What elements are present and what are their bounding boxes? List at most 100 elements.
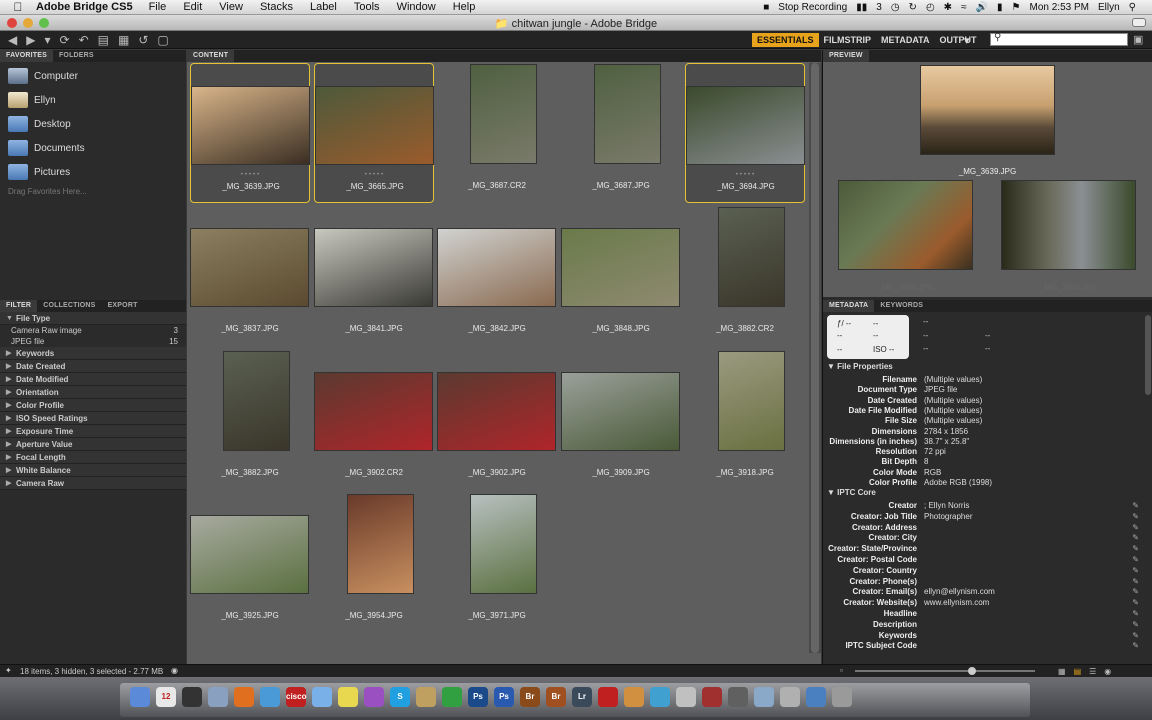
edit-pencil-icon[interactable]: ✎ [1132,577,1139,586]
compact-mode-icon[interactable]: ▣ [1133,33,1143,46]
stop-recording-icon[interactable]: ■ [763,2,769,13]
thumbnail-image[interactable] [315,86,434,165]
app8-icon[interactable] [806,687,826,707]
thumbnail-image[interactable] [594,64,661,164]
history-icon[interactable]: ▾ [44,33,50,47]
metadata-row[interactable]: Creator: Phone(s) ✎ [823,577,1141,587]
metadata-row[interactable]: Creator: Website(s) www.ellynism.com ✎ [823,598,1141,608]
thumbnail-image[interactable] [686,86,805,165]
thumbnail-image[interactable] [223,351,290,451]
thumbnail-image[interactable] [437,228,556,307]
thumbnail-image[interactable] [718,351,785,451]
stop-recording[interactable]: Stop Recording [778,2,847,13]
workspace-essentials[interactable]: ESSENTIALS [752,33,819,47]
filter-file-type[interactable]: ▼ File Type [0,312,186,325]
filter-group-aperture-value[interactable]: ▶ Aperture Value [0,438,186,451]
app6-icon[interactable] [754,687,774,707]
thumbnail-image[interactable] [190,515,309,594]
itunes-icon[interactable] [364,687,384,707]
battery-icon[interactable]: ▮ [997,2,1003,13]
metadata-row[interactable]: Creator: Postal Code ✎ [823,555,1141,565]
thumbnail-image[interactable] [561,372,680,451]
filter-group-focal-length[interactable]: ▶ Focal Length [0,451,186,464]
metadata-value[interactable]: ; Ellyn Norris [924,501,969,510]
filter-group-orientation[interactable]: ▶ Orientation [0,386,186,399]
clock-text[interactable]: Mon 2:53 PM [1030,2,1089,13]
metadata-row[interactable]: Creator: City ✎ [823,533,1141,543]
thumbnail[interactable]: _MG_3902.JPG [437,350,557,490]
cisco-icon[interactable]: cisco [286,687,306,707]
thumbnail[interactable]: _MG_3848.JPG [561,206,681,346]
safari-icon[interactable] [260,687,280,707]
edit-pencil-icon[interactable]: ✎ [1132,631,1139,640]
workspace-filmstrip[interactable]: FILMSTRIP [819,33,877,47]
thumbnail[interactable]: ••••• _MG_3639.JPG [190,63,310,203]
thumbnail[interactable]: _MG_3687.JPG [561,63,681,203]
apple-icon[interactable]:  [0,0,36,14]
edit-pencil-icon[interactable]: ✎ [1132,598,1139,607]
tab-preview[interactable]: PREVIEW [823,50,869,62]
preview-image-3[interactable] [1001,180,1136,270]
app2-icon[interactable] [650,687,670,707]
photoshop2-icon[interactable]: Ps [494,687,514,707]
edit-pencil-icon[interactable]: ✎ [1132,641,1139,650]
content-scrollbar[interactable] [809,63,821,653]
scroll-thumb[interactable] [811,63,819,653]
thumbnail-image[interactable] [347,494,414,594]
menu-file[interactable]: File [149,1,167,13]
rating-dots[interactable]: ••••• [191,172,311,178]
pictures-icon[interactable] [416,687,436,707]
tab-content[interactable]: CONTENT [187,50,235,62]
chat-icon[interactable] [312,687,332,707]
grid-view-icon[interactable]: ▦ [1058,667,1066,676]
metadata-row[interactable]: Creator ; Ellyn Norris ✎ [823,501,1141,511]
bridge-icon[interactable]: Br [520,687,540,707]
metadata-row[interactable]: Creator: Country ✎ [823,566,1141,576]
favorite-desktop[interactable]: Desktop [0,112,186,136]
slider-knob[interactable] [968,667,976,675]
thumbnail-image[interactable] [191,86,310,165]
filter-group-date-created[interactable]: ▶ Date Created [0,360,186,373]
metadata-row[interactable]: IPTC Subject Code ✎ [823,641,1141,651]
app7-icon[interactable] [780,687,800,707]
favorite-documents[interactable]: Documents [0,136,186,160]
filter-group-date-modified[interactable]: ▶ Date Modified [0,373,186,386]
green-icon[interactable] [442,687,462,707]
metadata-scrollbar[interactable] [1145,315,1151,395]
favorite-computer[interactable]: Computer [0,64,186,88]
filter-group-color-profile[interactable]: ▶ Color Profile [0,399,186,412]
menu-stacks[interactable]: Stacks [260,1,293,13]
rating-dots[interactable]: ••••• [686,172,806,178]
refine-icon[interactable]: ▦ [118,33,129,47]
edit-pencil-icon[interactable]: ✎ [1132,544,1139,553]
lock-icon[interactable]: ◉ [1104,667,1111,676]
workspace-menu-icon[interactable]: ▾ [964,34,970,47]
back-icon[interactable]: ◀ [8,33,17,47]
clock-icon[interactable]: ◷ [891,2,900,13]
thumbnail[interactable]: _MG_3882.CR2 [685,206,805,346]
volume-icon[interactable]: 🔊 [976,2,988,13]
thumbnail-image[interactable] [314,228,433,307]
edit-pencil-icon[interactable]: ✎ [1132,609,1139,618]
tab-favorites[interactable]: FAVORITES [0,50,53,62]
sync-icon[interactable]: ↻ [909,2,917,13]
thumbnail[interactable]: _MG_3837.JPG [190,206,310,346]
edit-pencil-icon[interactable]: ✎ [1132,555,1139,564]
thumbnail[interactable]: _MG_3902.CR2 [314,350,434,490]
section-iptc-core[interactable]: ▼ IPTC Core [827,488,1145,499]
acrobat-icon[interactable] [598,687,618,707]
finder-icon[interactable] [130,687,150,707]
app5-icon[interactable] [728,687,748,707]
firefox-icon[interactable] [234,687,254,707]
metadata-row[interactable]: Creator: Job Title Photographer ✎ [823,512,1141,522]
filter-group-exposure-time[interactable]: ▶ Exposure Time [0,425,186,438]
thumbnail-image[interactable] [437,372,556,451]
toolbar-toggle-icon[interactable] [1132,18,1146,27]
thumbnail-size-slider[interactable] [855,670,1035,672]
metadata-value[interactable]: Photographer [924,512,972,521]
edit-pencil-icon[interactable]: ✎ [1132,566,1139,575]
edit-pencil-icon[interactable]: ✎ [1132,587,1139,596]
time-machine-icon[interactable]: ◴ [926,2,935,13]
edit-pencil-icon[interactable]: ✎ [1132,523,1139,532]
forward-icon[interactable]: ▶ [26,33,35,47]
